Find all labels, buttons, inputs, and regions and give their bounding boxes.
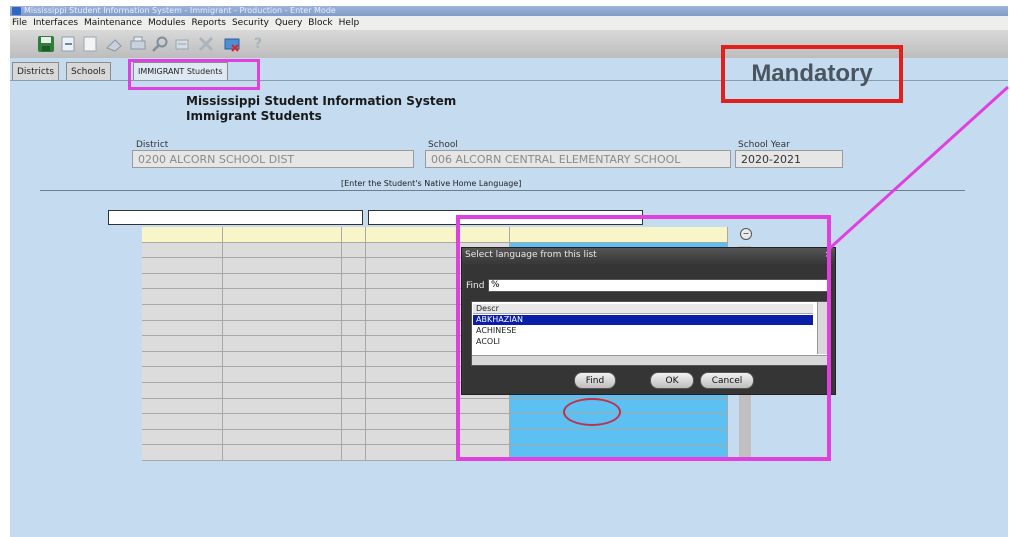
grid-cell[interactable]	[342, 320, 366, 337]
grid-cell[interactable]	[142, 258, 223, 274]
tab-schools[interactable]: Schools	[66, 62, 111, 80]
grid-cell[interactable]	[142, 367, 223, 383]
grid-cell[interactable]	[223, 289, 342, 305]
column-header-left	[108, 210, 363, 225]
grid-cell[interactable]	[142, 289, 223, 305]
grid-cell[interactable]	[342, 429, 366, 446]
school-label: School	[428, 140, 458, 150]
grid-cell[interactable]	[342, 367, 366, 383]
grid-cell[interactable]	[342, 273, 366, 290]
edit-icon[interactable]	[222, 34, 242, 54]
grid-cell[interactable]	[223, 445, 342, 461]
grid-cell[interactable]	[342, 383, 366, 399]
erase-icon[interactable]	[104, 34, 124, 54]
grid-cell[interactable]	[223, 258, 342, 274]
save-icon[interactable]	[36, 34, 56, 54]
grid-cell[interactable]	[142, 383, 223, 399]
grid-cell[interactable]	[342, 445, 366, 461]
grid-cell[interactable]	[342, 351, 366, 368]
menu-bar: File Interfaces Maintenance Modules Repo…	[10, 16, 1008, 30]
window-title: Mississippi Student Information System -…	[24, 6, 336, 15]
menu-file[interactable]: File	[12, 18, 27, 28]
grid-cell[interactable]	[142, 320, 223, 337]
grid-cell[interactable]	[223, 227, 342, 243]
grid-cell[interactable]	[142, 414, 223, 430]
tab-districts[interactable]: Districts	[12, 62, 60, 80]
grid-cell[interactable]	[223, 429, 342, 446]
grid-cell[interactable]	[342, 305, 366, 321]
mandatory-label: Mandatory	[751, 60, 873, 87]
system-title: Mississippi Student Information System	[186, 94, 457, 108]
grid-cell[interactable]	[342, 242, 366, 259]
school-field: 006 ALCORN CENTRAL ELEMENTARY SCHOOL	[425, 150, 731, 168]
grid-cell[interactable]	[142, 305, 223, 321]
grid-cell[interactable]	[223, 351, 342, 368]
grid-cell[interactable]	[223, 320, 342, 337]
grid-cell[interactable]	[223, 336, 342, 352]
grid-cell[interactable]	[142, 336, 223, 352]
grid-cell[interactable]	[142, 429, 223, 446]
menu-reports[interactable]: Reports	[191, 18, 226, 28]
grid-cell[interactable]	[342, 414, 366, 430]
district-field: 0200 ALCORN SCHOOL DIST	[132, 150, 414, 168]
grid-cell[interactable]	[142, 445, 223, 461]
school-year-label: School Year	[738, 140, 790, 150]
new-record-icon[interactable]	[80, 34, 100, 54]
menu-maintenance[interactable]: Maintenance	[84, 18, 142, 28]
grid-cell[interactable]	[223, 273, 342, 290]
grid-cell[interactable]	[342, 227, 366, 243]
grid-cell[interactable]	[223, 414, 342, 430]
grid-cell[interactable]	[223, 398, 342, 415]
help-icon[interactable]: ?	[248, 34, 268, 54]
grid-cell[interactable]	[142, 351, 223, 368]
print-icon[interactable]	[128, 34, 148, 54]
menu-security[interactable]: Security	[232, 18, 269, 28]
menu-query[interactable]: Query	[275, 18, 302, 28]
exit-icon[interactable]	[58, 34, 78, 54]
menu-block[interactable]: Block	[308, 18, 332, 28]
grid-cell[interactable]	[142, 242, 223, 259]
grid-cell[interactable]	[223, 383, 342, 399]
grid-cell[interactable]	[223, 305, 342, 321]
search-icon[interactable]	[150, 34, 170, 54]
district-label: District	[136, 140, 169, 150]
grid-cell[interactable]	[223, 367, 342, 383]
grid-cell[interactable]	[342, 289, 366, 305]
app-icon	[12, 7, 21, 15]
menu-interfaces[interactable]: Interfaces	[33, 18, 78, 28]
instruction-text: [Enter the Student's Native Home Languag…	[341, 179, 522, 188]
grid-cell[interactable]	[342, 398, 366, 415]
grid-cell[interactable]	[142, 398, 223, 415]
clear-icon[interactable]	[172, 34, 192, 54]
delete-icon[interactable]	[196, 34, 216, 54]
annotation-pointer-line	[828, 85, 1010, 250]
window-title-bar: Mississippi Student Information System -…	[10, 6, 1008, 16]
grid-cell[interactable]	[142, 273, 223, 290]
grid-cell[interactable]	[223, 242, 342, 259]
menu-help[interactable]: Help	[339, 18, 360, 28]
menu-modules[interactable]: Modules	[148, 18, 185, 28]
grid-cell[interactable]	[342, 336, 366, 352]
module-title: Immigrant Students	[186, 109, 322, 123]
dialog-highlight-box	[456, 215, 831, 461]
grid-cell[interactable]	[342, 258, 366, 274]
tab-highlight-box	[128, 59, 260, 90]
grid-cell[interactable]	[142, 227, 223, 243]
